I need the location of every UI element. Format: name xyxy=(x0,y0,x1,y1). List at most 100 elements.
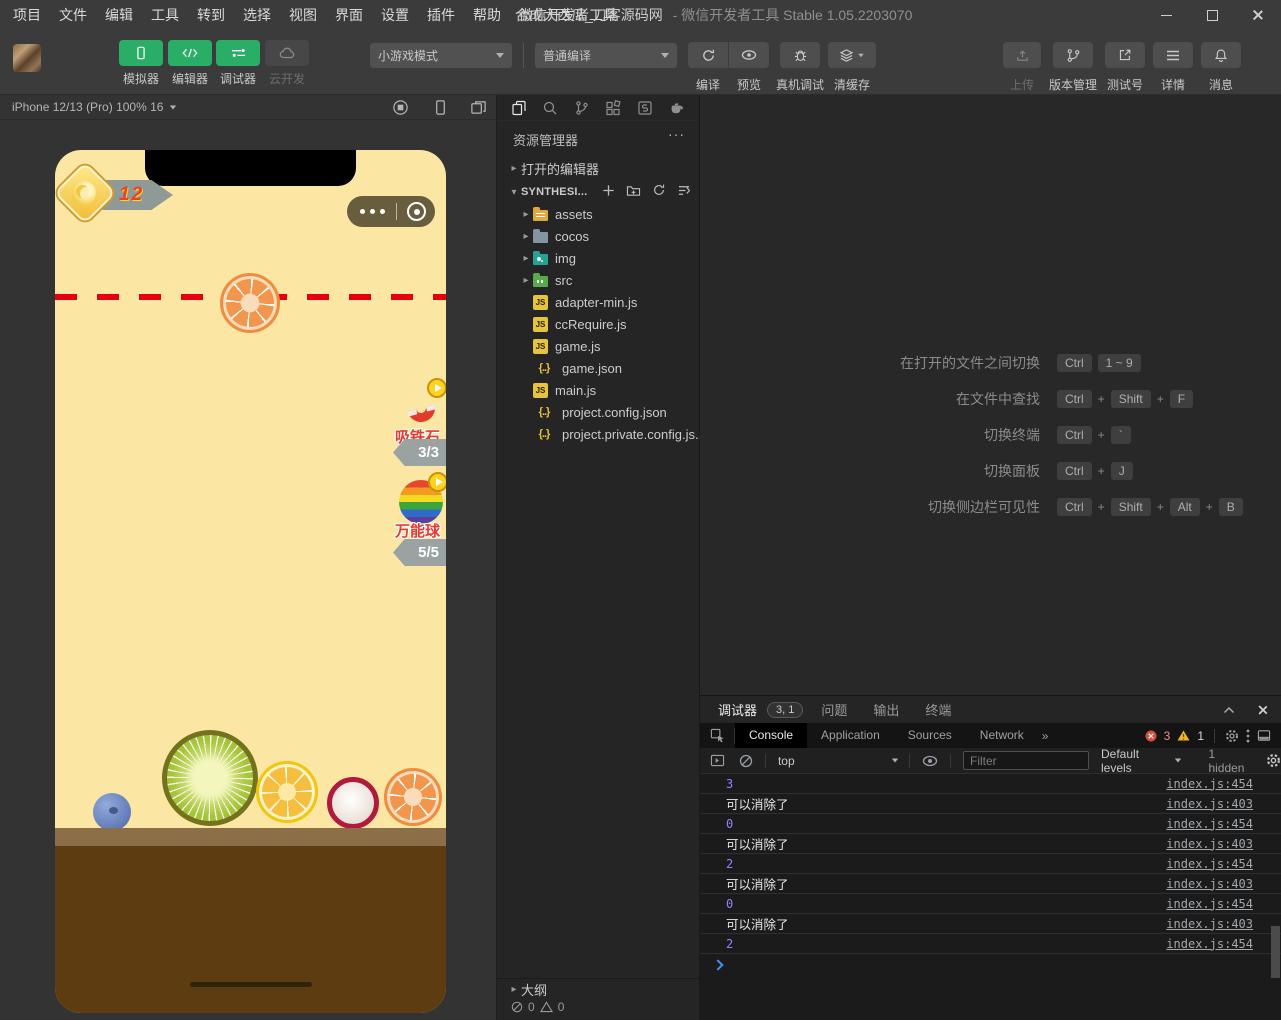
source-link[interactable]: index.js:454 xyxy=(1166,897,1253,911)
devtools-tab-network[interactable]: Network xyxy=(966,723,1038,748)
panel-close-icon[interactable] xyxy=(1258,704,1269,715)
more-actions-icon[interactable]: ··· xyxy=(668,126,685,142)
source-link[interactable]: index.js:403 xyxy=(1166,797,1253,811)
editor-toggle-button[interactable]: 编辑器 xyxy=(166,40,214,87)
menu-item[interactable]: 视图 xyxy=(280,0,326,30)
game-screen[interactable]: 12 吸铁石 3/3 万能球 5/5 xyxy=(55,150,446,1013)
tree-file-row[interactable]: {..} project.config.json xyxy=(497,401,699,423)
clear-console-icon[interactable] xyxy=(739,754,753,768)
teapot-icon[interactable] xyxy=(668,100,685,115)
live-expression-eye-icon[interactable] xyxy=(922,755,938,767)
tree-folder-row[interactable]: ▸ img xyxy=(497,247,699,269)
test-account-button[interactable] xyxy=(1105,42,1145,68)
panel-collapse-icon[interactable] xyxy=(1223,706,1235,714)
clear-cache-button[interactable] xyxy=(828,42,876,68)
simulator-toggle-button[interactable]: 模拟器 xyxy=(117,40,165,87)
filter-input[interactable] xyxy=(963,751,1089,770)
maximize-button[interactable] xyxy=(1189,0,1235,30)
refresh-icon[interactable] xyxy=(652,183,666,197)
tree-folder-row[interactable]: ▸ assets xyxy=(497,203,699,225)
menu-item[interactable]: 选择 xyxy=(234,0,280,30)
magnet-prop-button[interactable] xyxy=(401,378,446,428)
console-sidebar-icon[interactable] xyxy=(710,754,725,767)
tree-file-row[interactable]: {..} project.private.config.js... xyxy=(497,423,706,445)
files-explorer-icon[interactable] xyxy=(511,100,527,116)
version-control-button[interactable] xyxy=(1053,42,1093,68)
exit-target-button[interactable] xyxy=(407,202,426,221)
tab-problems[interactable]: 问题 xyxy=(821,700,847,719)
close-button[interactable] xyxy=(1235,0,1281,30)
error-count[interactable]: 3 xyxy=(1164,729,1171,743)
new-folder-icon[interactable] xyxy=(626,184,641,197)
menu-item[interactable]: 界面 xyxy=(326,0,372,30)
device-select[interactable]: iPhone 12/13 (Pro) 100% 16 xyxy=(12,100,177,114)
source-link[interactable]: index.js:403 xyxy=(1166,877,1253,891)
kebab-menu-icon[interactable] xyxy=(1246,729,1250,743)
scrollbar-thumb[interactable] xyxy=(1271,926,1280,978)
more-menu-button[interactable] xyxy=(360,209,385,214)
tree-folder-row[interactable]: ▸ src xyxy=(497,269,699,291)
tree-file-row[interactable]: JS ccRequire.js xyxy=(497,313,699,335)
storage-icon[interactable] xyxy=(637,100,653,116)
project-section[interactable]: ▾ SYNTHESI... xyxy=(507,181,587,203)
context-select[interactable]: top xyxy=(778,754,899,768)
devtools-tab-console[interactable]: Console xyxy=(735,723,808,748)
menu-item[interactable]: 设置 xyxy=(372,0,418,30)
more-tabs-icon[interactable]: » xyxy=(1042,729,1049,743)
gear-icon[interactable] xyxy=(1225,729,1239,743)
source-link[interactable]: index.js:454 xyxy=(1166,857,1253,871)
tab-debugger[interactable]: 调试器 xyxy=(718,700,758,726)
source-control-icon[interactable] xyxy=(574,100,590,116)
compile-button[interactable] xyxy=(688,42,729,68)
debugger-toggle-button[interactable]: 调试器 xyxy=(214,40,262,87)
log-value: 3 xyxy=(726,776,734,791)
menu-item[interactable]: 文件 xyxy=(50,0,96,30)
menu-item[interactable]: 帮助 xyxy=(464,0,510,30)
menu-item[interactable]: 编辑 xyxy=(96,0,142,30)
inspect-element-icon[interactable] xyxy=(700,727,735,744)
search-icon[interactable] xyxy=(542,100,558,116)
extensions-icon[interactable] xyxy=(605,99,621,116)
tree-file-row[interactable]: {..} game.json xyxy=(497,357,699,379)
tree-folder-row[interactable]: ▸ cocos xyxy=(497,225,699,247)
real-device-debug-button[interactable] xyxy=(780,42,820,68)
collapse-folders-icon[interactable] xyxy=(677,184,691,197)
source-link[interactable]: index.js:454 xyxy=(1166,817,1253,831)
menu-item[interactable]: 工具 xyxy=(142,0,188,30)
new-file-icon[interactable] xyxy=(602,184,615,197)
devtools-tab-application[interactable]: Application xyxy=(807,723,894,748)
game-mode-select[interactable]: 小游戏模式 xyxy=(370,43,512,68)
source-link[interactable]: index.js:454 xyxy=(1166,937,1253,951)
cloud-dev-button[interactable]: 云开发 xyxy=(263,40,311,87)
source-link[interactable]: index.js:403 xyxy=(1166,917,1253,931)
open-editors-section[interactable]: ▸ 打开的编辑器 xyxy=(507,157,599,179)
messages-button[interactable] xyxy=(1201,42,1241,68)
avatar[interactable] xyxy=(13,44,41,72)
warning-count[interactable]: 1 xyxy=(1197,729,1204,743)
outline-section[interactable]: ▸ 大纲 xyxy=(497,978,699,1000)
details-button[interactable] xyxy=(1153,42,1193,68)
menu-item[interactable]: 转到 xyxy=(188,0,234,30)
devtools-tab-sources[interactable]: Sources xyxy=(894,723,966,748)
source-link[interactable]: index.js:454 xyxy=(1166,777,1253,791)
tab-terminal[interactable]: 终端 xyxy=(925,700,951,719)
rainbow-ball-prop-button[interactable] xyxy=(399,472,446,524)
record-icon[interactable] xyxy=(392,99,409,116)
tree-file-row[interactable]: JS adapter-min.js xyxy=(497,291,699,313)
menu-item[interactable]: 项目 xyxy=(4,0,50,30)
dock-side-icon[interactable] xyxy=(1257,729,1271,742)
log-levels-select[interactable]: Default levels xyxy=(1101,747,1182,775)
tab-output[interactable]: 输出 xyxy=(873,700,899,719)
source-link[interactable]: index.js:403 xyxy=(1166,837,1253,851)
multi-window-icon[interactable] xyxy=(470,99,487,116)
compile-mode-select[interactable]: 普通编译 xyxy=(535,43,677,68)
tree-file-row[interactable]: JS main.js xyxy=(497,379,699,401)
tree-file-row[interactable]: JS game.js xyxy=(497,335,699,357)
console-prompt[interactable] xyxy=(700,954,1281,976)
menu-item[interactable]: 插件 xyxy=(418,0,464,30)
phone-frame-icon[interactable] xyxy=(432,99,449,116)
upload-button[interactable] xyxy=(1003,42,1041,68)
minimize-button[interactable] xyxy=(1143,0,1189,30)
console-settings-gear-icon[interactable] xyxy=(1266,753,1281,768)
preview-button[interactable] xyxy=(729,42,769,68)
